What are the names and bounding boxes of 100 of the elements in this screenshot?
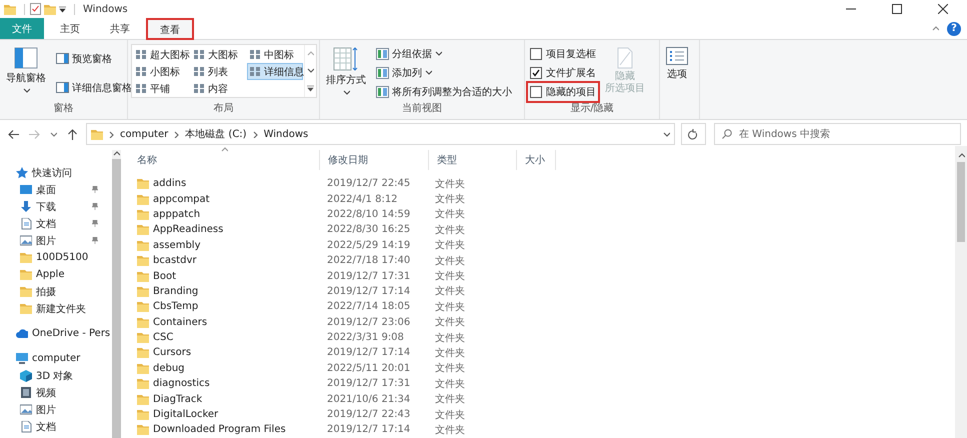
refresh-button[interactable]	[680, 123, 706, 145]
modified-date: 2021/10/6 21:34	[326, 394, 412, 405]
sidebar-item[interactable]: 文档	[0, 418, 112, 435]
file-type: 文件夹	[434, 346, 466, 360]
sort-by-button[interactable]: 排序方式	[323, 44, 369, 102]
scroll-down-icon	[307, 67, 314, 74]
pane-layout-icon	[14, 47, 38, 69]
close-icon	[938, 4, 948, 14]
scrollbar[interactable]	[955, 146, 967, 438]
help-button[interactable]: ?	[947, 22, 961, 36]
modified-date: 2022/5/29 14:19	[326, 240, 412, 251]
breadcrumb-item[interactable]: computer	[120, 128, 168, 140]
view-icon	[250, 50, 260, 59]
view-icon	[136, 84, 146, 93]
sidebar-item[interactable]: 拍摄	[0, 283, 112, 300]
download-arrow-icon	[20, 200, 32, 212]
layout-option[interactable]: 小图标	[133, 63, 191, 80]
search-field[interactable]: 在 Windows 中搜索	[714, 123, 961, 145]
checkbox-option[interactable]: 文件扩展名	[528, 64, 598, 82]
search-icon	[722, 129, 732, 139]
view-option-button[interactable]: 将所有列调整为合适的大小	[373, 84, 515, 100]
columns-icon	[376, 86, 389, 98]
sidebar-item[interactable]: 视频	[0, 384, 112, 401]
ribbon-tab[interactable]: 查看	[146, 18, 194, 40]
caret-icon	[22, 87, 30, 94]
file-name: Containers	[153, 316, 208, 328]
layout-option[interactable]: 列表	[191, 63, 247, 80]
picture-icon	[20, 234, 32, 246]
layout-option[interactable]: 大图标	[191, 46, 247, 63]
checkmark-icon	[532, 68, 540, 77]
group-label: 窗格	[52, 102, 74, 116]
breadcrumb-item[interactable]: 本地磁盘 (C:)	[185, 127, 247, 141]
sidebar-item[interactable]: 100D5100	[0, 249, 112, 266]
sidebar-item[interactable]: OneDrive - Pers	[0, 325, 112, 342]
file-name: addins	[153, 178, 186, 190]
folder-icon	[137, 362, 149, 374]
more-icon[interactable]	[307, 84, 314, 92]
scroll-up-icon	[307, 50, 314, 58]
file-type: 文件夹	[434, 208, 466, 222]
scroll-up-icon	[113, 150, 120, 157]
file-name: CbsTemp	[153, 301, 198, 312]
folder-icon	[137, 378, 149, 390]
folder-icon	[137, 270, 149, 282]
checkbox-option[interactable]: 项目复选框	[528, 44, 598, 63]
modified-date: 2022/7/14 18:05	[326, 301, 412, 312]
sidebar-item[interactable]: 桌面	[0, 181, 112, 198]
checkbox-option[interactable]: 隐藏的项目	[528, 83, 598, 102]
folder-icon	[137, 208, 149, 220]
sidebar-item[interactable]: 快速访问	[0, 164, 112, 181]
dropdown-caret-icon[interactable]	[59, 6, 66, 12]
sidebar-item[interactable]: 新建文件夹	[0, 300, 112, 317]
file-type: 文件夹	[434, 332, 466, 345]
file-type: 文件夹	[434, 408, 466, 422]
folder-icon	[137, 224, 149, 236]
collapse-ribbon-icon[interactable]	[932, 25, 939, 32]
navigation-pane-button[interactable]: 导航窗格	[3, 44, 49, 102]
folder-icon	[137, 286, 149, 297]
file-name: Cursors	[153, 347, 192, 358]
group-label: 显示/隐藏	[569, 102, 615, 116]
modified-date: 2022/7/18 17:40	[326, 255, 412, 266]
folder-icon	[20, 252, 32, 264]
layout-option[interactable]: 详细信息	[247, 63, 303, 80]
sidebar-item[interactable]: computer	[0, 350, 112, 367]
layout-option[interactable]: 内容	[191, 80, 247, 97]
sidebar-item[interactable]: 文档	[0, 215, 112, 232]
modified-date: 2022/3/31 9:08	[326, 332, 405, 344]
view-option-button[interactable]: 分组依据	[373, 46, 515, 62]
column-header[interactable]: 修改日期	[320, 150, 376, 170]
column-header[interactable]: 类型	[429, 150, 465, 170]
sidebar-item[interactable]: Apple	[0, 266, 112, 283]
scrollbar-thumb[interactable]	[957, 162, 965, 242]
file-type: 文件夹	[434, 254, 466, 268]
file-type: 文件夹	[434, 284, 466, 298]
checklist-icon[interactable]	[30, 3, 41, 15]
view-icon	[250, 67, 260, 76]
layout-option[interactable]: 中图标	[247, 46, 303, 63]
file-name: DigitalLocker	[153, 409, 218, 420]
window-title: Windows	[83, 4, 128, 14]
address-bar[interactable]: computer 本地磁盘 (C:) Windows	[86, 123, 675, 145]
options-button[interactable]: 选项	[663, 44, 691, 119]
layout-option[interactable]: 平铺	[133, 80, 191, 97]
modified-date: 2022/8/30 16:25	[326, 224, 412, 236]
folder-icon	[137, 301, 149, 312]
folder-icon	[137, 394, 149, 405]
modified-date: 2019/12/7 23:06	[326, 316, 412, 328]
file-name: Branding	[153, 286, 198, 297]
column-header[interactable]: 名称	[121, 150, 165, 170]
breadcrumb-item[interactable]: Windows	[264, 128, 308, 140]
sidebar-item[interactable]: 3D 对象	[0, 367, 112, 384]
folder-icon	[137, 240, 149, 251]
view-option-button[interactable]: 添加列	[373, 64, 515, 81]
file-name: apppatch	[153, 208, 200, 220]
sidebar-item[interactable]: 图片	[0, 232, 112, 249]
column-header[interactable]: 大小	[517, 150, 553, 170]
file-type: 文件夹	[434, 316, 466, 330]
sidebar-item[interactable]: 图片	[0, 401, 112, 418]
modified-date: 2019/12/7 17:31	[326, 378, 412, 390]
sidebar-item[interactable]: 下载	[0, 198, 112, 215]
layout-option[interactable]: 超大图标	[133, 46, 191, 63]
modified-date: 2019/12/7 17:14	[326, 286, 412, 297]
